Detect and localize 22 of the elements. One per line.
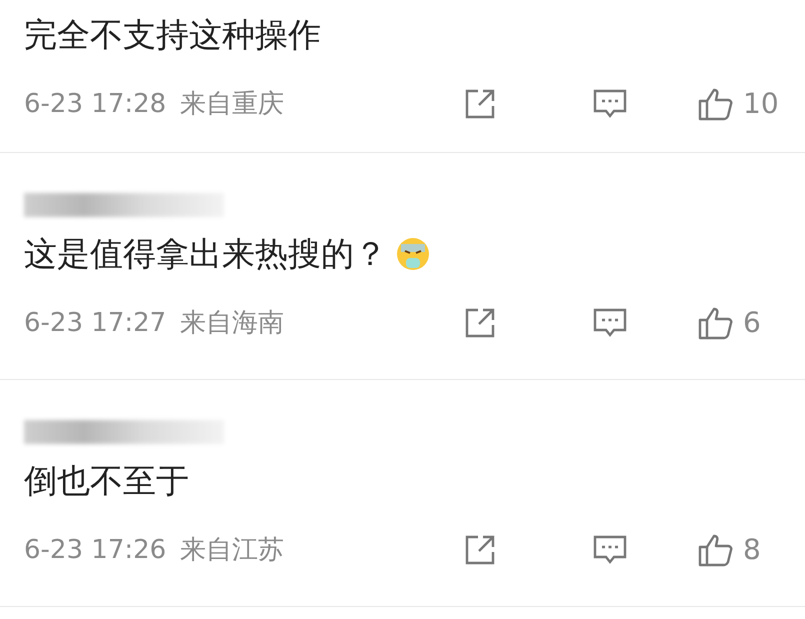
comment-text: 这是值得拿出来热搜的？	[24, 233, 387, 275]
comment-time: 6-23 17:26	[24, 534, 166, 566]
comment-time: 6-23 17:27	[24, 306, 166, 340]
comment-time: 6-23 17:28	[24, 88, 166, 120]
thumbs-up-icon[interactable]	[697, 305, 735, 341]
share-icon[interactable]	[463, 306, 497, 340]
comment-icon[interactable]	[592, 88, 628, 120]
comment-text: 倒也不至于	[24, 460, 189, 502]
share-icon[interactable]	[463, 533, 497, 567]
share-icon[interactable]	[463, 87, 497, 121]
comment-location: 来自江苏	[180, 534, 284, 566]
thumbs-up-icon[interactable]	[697, 532, 735, 568]
like-count: 6	[743, 305, 761, 341]
comment-icon[interactable]	[592, 307, 628, 339]
comment-text: 完全不支持这种操作	[24, 14, 321, 56]
like-count: 8	[743, 532, 761, 568]
emoji-icon	[395, 236, 431, 272]
like-count: 10	[743, 86, 779, 122]
thumbs-up-icon[interactable]	[697, 86, 735, 122]
comment-icon[interactable]	[592, 534, 628, 566]
comment-location: 来自重庆	[180, 88, 284, 120]
comment-location: 来自海南	[180, 306, 284, 340]
